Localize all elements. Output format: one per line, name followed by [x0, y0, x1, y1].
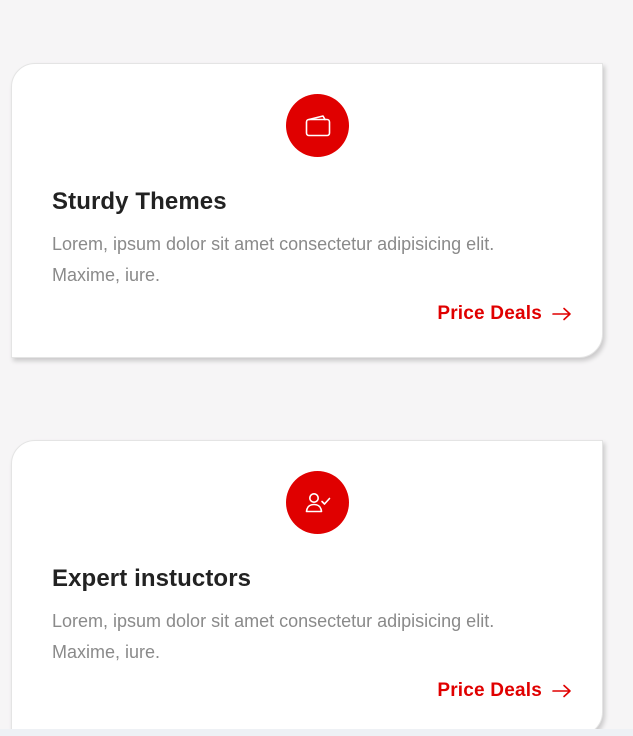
wallet-icon	[286, 94, 349, 157]
feature-card: Expert instuctors Lorem, ipsum dolor sit…	[11, 440, 603, 736]
arrow-right-icon	[552, 684, 572, 698]
bottom-strip	[0, 729, 633, 736]
price-deals-link[interactable]: Price Deals	[437, 303, 572, 325]
arrow-right-icon	[552, 307, 572, 321]
feature-card: Sturdy Themes Lorem, ipsum dolor sit ame…	[11, 63, 603, 358]
link-label: Price Deals	[437, 680, 542, 701]
card-description: Lorem, ipsum dolor sit amet consectetur …	[52, 611, 495, 662]
page: Sturdy Themes Lorem, ipsum dolor sit ame…	[0, 0, 633, 736]
user-check-icon	[286, 471, 349, 534]
price-deals-link[interactable]: Price Deals	[437, 680, 572, 702]
link-label: Price Deals	[437, 303, 542, 324]
card-title: Expert instuctors	[52, 565, 252, 592]
card-description: Lorem, ipsum dolor sit amet consectetur …	[52, 234, 495, 285]
card-title: Sturdy Themes	[52, 188, 227, 215]
